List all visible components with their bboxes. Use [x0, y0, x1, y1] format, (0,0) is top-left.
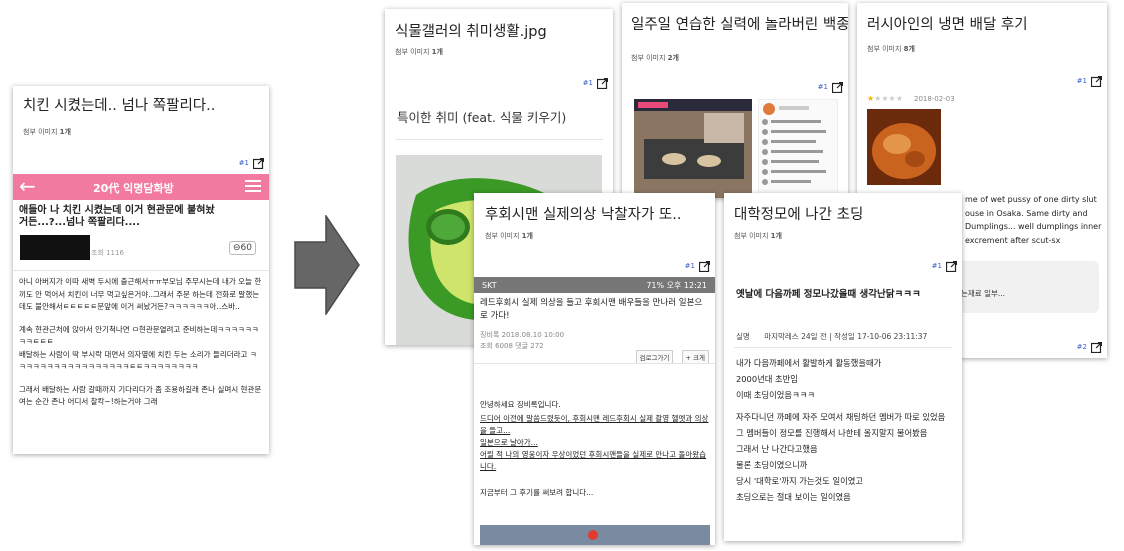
post-title[interactable]: 후회시맨 실제의상 낙찰자가 또.. — [485, 203, 681, 224]
open-external-icon[interactable] — [699, 261, 710, 272]
post-card-elementary[interactable]: 대학정모에 나간 초딩 첨부 이미지 1개 #1 옛날에 다음까페 정모나갔을때… — [724, 193, 962, 541]
app-title: 20代 익명담화방 — [93, 182, 174, 195]
carrier: SKT — [482, 280, 497, 290]
post-title[interactable]: 식물갤러의 취미생활.jpg — [395, 20, 547, 41]
view-count: 조회 1116 — [91, 249, 124, 257]
post-title[interactable]: 치킨 시켰는데.. 넘나 쪽팔리다.. — [23, 94, 215, 115]
post-card-hurricane-man[interactable]: 후회시맨 실제의상 낙찰자가 또.. 첨부 이미지 1개 #1 SKT 71% … — [474, 193, 715, 545]
phone-status-bar: SKT 71% 오후 12:21 — [474, 277, 715, 293]
card-footer: #1 — [1076, 76, 1102, 87]
review-date: 2018-02-03 — [914, 95, 955, 103]
post-title[interactable]: 러시아인의 냉면 배달 후기 — [867, 13, 1028, 34]
embedded-post-title: 레드후회시 실제 의상을 들고 후회시맨 배우들을 만나러 일본으로 가다! — [480, 298, 703, 321]
right-arrow-icon — [294, 213, 360, 319]
food-image — [867, 109, 941, 185]
back-arrow-icon[interactable]: ← — [19, 175, 36, 197]
card-footer: #1 — [238, 158, 264, 169]
card-footer: #1 — [931, 261, 957, 272]
embedded-image-strip — [480, 525, 710, 545]
post-number: #1 — [582, 79, 593, 87]
review-text: me of wet pussy of one dirty slut ouse i… — [965, 195, 1102, 245]
post-number: #1 — [1076, 77, 1087, 85]
open-external-icon[interactable] — [597, 78, 608, 89]
card-footer: #1 — [684, 261, 710, 272]
post-number: #2 — [1076, 343, 1087, 351]
post-number: #1 — [238, 159, 249, 167]
open-external-icon[interactable] — [1091, 342, 1102, 353]
post-card-baekjongwon[interactable]: 일주일 연습한 실력에 놀라버린 백종원 첨부 이미지 2개 #1 — [622, 3, 848, 198]
attachment-info: 첨부 이미지 1개 — [23, 128, 71, 136]
redacted-block — [20, 235, 90, 260]
status-right: 71% 오후 12:21 — [646, 280, 707, 290]
open-external-icon[interactable] — [1091, 76, 1102, 87]
author-tag: 실명 — [736, 332, 750, 341]
action-buttons: 검로그가기 + 크게 — [633, 345, 709, 364]
card-footer: #1 — [817, 82, 843, 93]
blog-button[interactable]: 검로그가기 — [635, 350, 674, 364]
open-external-icon[interactable] — [253, 158, 264, 169]
attachment-info: 첨부 이미지 1개 — [485, 232, 533, 240]
embedded-post-body: 내가 다음까페에서 활발하게 활동했을때가 2000년대 초반임 이때 초딩이었… — [736, 358, 946, 502]
rating-stars: ★★★★★ — [867, 94, 903, 103]
attachment-info: 첨부 이미지 8개 — [867, 45, 915, 53]
attachment-info: 첨부 이미지 1개 — [734, 232, 782, 240]
post-title[interactable]: 일주일 연습한 실력에 놀라버린 백종원 — [631, 13, 848, 34]
embedded-post-title: 특이한 취미 (feat. 식물 키우기) — [397, 110, 567, 125]
post-number: #1 — [817, 83, 828, 91]
card-footer: #1 — [582, 78, 608, 89]
post-number: #1 — [931, 262, 942, 270]
post-title[interactable]: 대학정모에 나간 초딩 — [734, 203, 863, 224]
embedded-post-title: 옛날에 다음까페 정모나갔을때 생각난닭ㅋㅋㅋ — [736, 289, 921, 300]
open-external-icon[interactable] — [946, 261, 957, 272]
embedded-screenshot: ← 20代 익명담화방 애들아 나 치킨 시켰는데 이거 현관문에 붙혀놨거든.… — [13, 174, 269, 454]
attachment-info: 첨부 이미지 2개 — [631, 54, 679, 62]
post-number: #1 — [684, 262, 695, 270]
card-footer-2: #2 — [1076, 342, 1102, 353]
attachment-info: 첨부 이미지 1개 — [395, 48, 443, 56]
embedded-post-title: 애들아 나 치킨 시켰는데 이거 현관문에 붙혀놨거든...?...넘나 쪽팔리… — [19, 205, 215, 228]
comment-icon: ⊖ — [233, 243, 241, 253]
comment-count-badge: ⊖60 — [229, 241, 256, 255]
embedded-post-body: 안녕하세요 징비록입니다. 드디어 이전에 말씀드렸듯이, 후회시맨 레드후회시… — [480, 400, 709, 497]
enlarge-button[interactable]: + 크게 — [681, 350, 709, 364]
post-meta: 실명 마지막레스 24일 전 | 작성일 17-10-06 23:11:37 — [736, 332, 928, 341]
post-meta: 징비록 2018.08.10 10:00 조회 6008 댓글 272 — [480, 331, 565, 350]
app-header: ← 20代 익명담화방 — [13, 174, 269, 200]
post-body: 아니 아버지가 이따 새벽 두시에 출근해서ㅠㅠ부모님 주무시는데 내가 오늘 … — [19, 277, 262, 406]
comment-screenshot — [758, 99, 838, 198]
video-thumbnail — [634, 99, 752, 198]
menu-icon[interactable] — [245, 178, 261, 194]
play-icon — [588, 530, 598, 540]
reply-box: 는재료 일부... — [947, 261, 1099, 313]
post-card-chicken[interactable]: 치킨 시켰는데.. 넘나 쪽팔리다.. 첨부 이미지 1개 #1 ← 20代 익… — [13, 86, 269, 454]
open-external-icon[interactable] — [832, 82, 843, 93]
